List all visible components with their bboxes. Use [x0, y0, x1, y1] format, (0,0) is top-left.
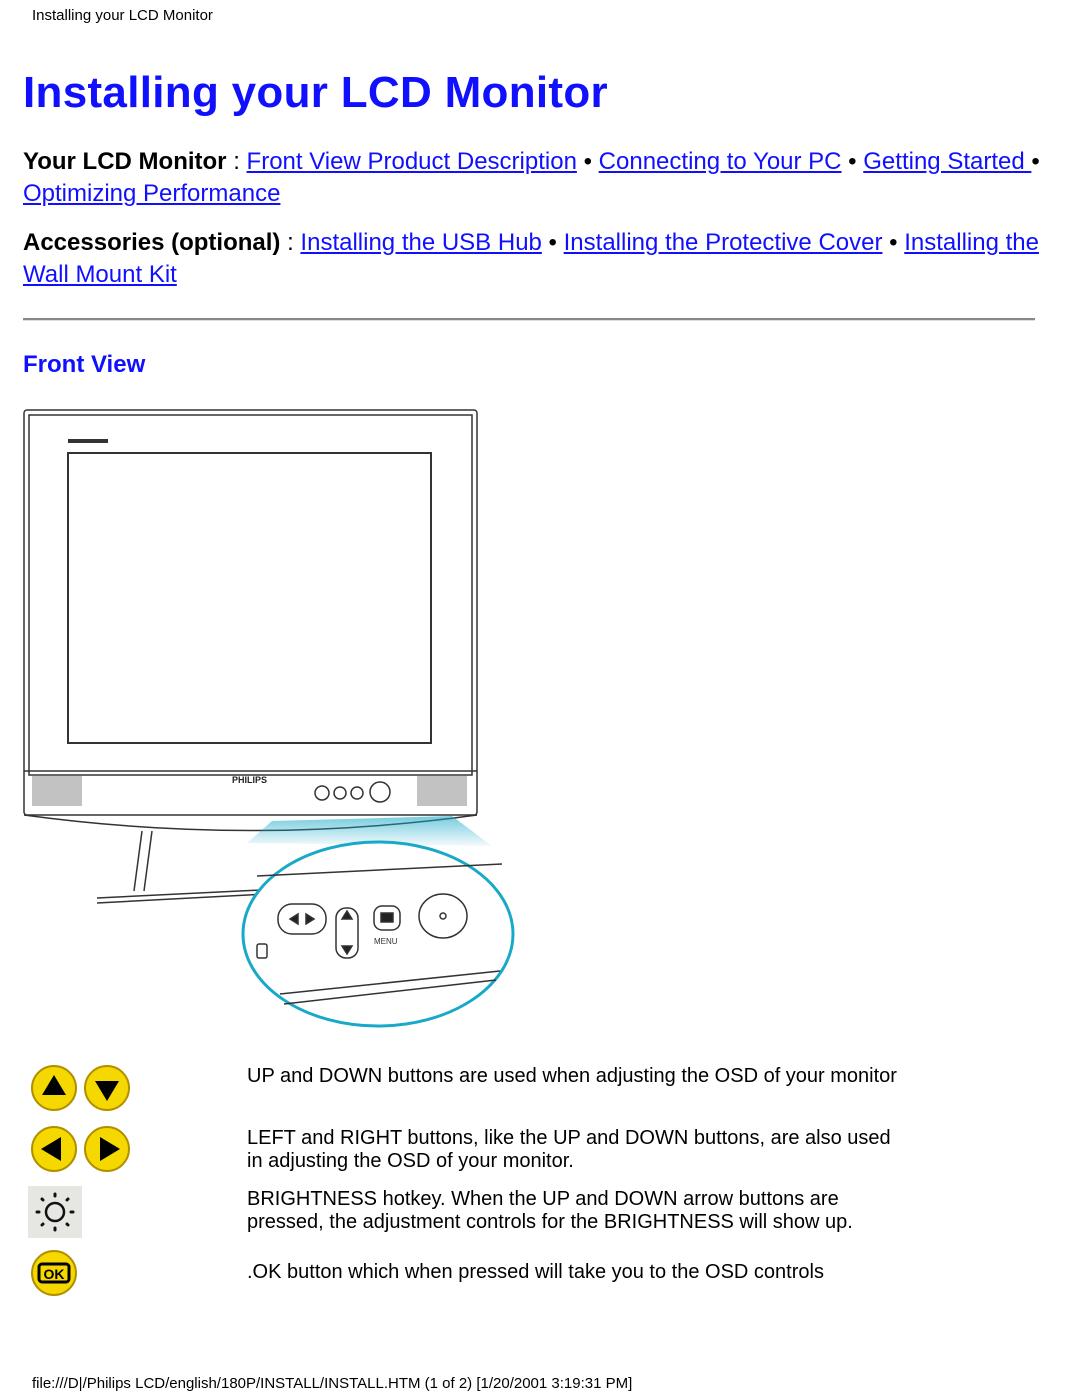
ok-description: .OK button which when pressed will take … — [247, 1261, 824, 1283]
divider — [23, 318, 1035, 321]
bullet: • — [841, 148, 864, 175]
up-down-buttons — [31, 1065, 130, 1111]
separator: : — [280, 229, 301, 256]
link-usb-hub[interactable]: Installing the USB Hub — [300, 229, 541, 256]
brightness-description: BRIGHTNESS hotkey. When the UP and DOWN … — [247, 1188, 853, 1233]
up-arrow-icon — [31, 1065, 77, 1111]
up-down-description: UP and DOWN buttons are used when adjust… — [247, 1065, 897, 1087]
nav-label: Your LCD Monitor — [23, 148, 227, 175]
footer-file-path: file:///D|/Philips LCD/english/180P/INST… — [32, 1375, 633, 1392]
down-arrow-icon — [84, 1065, 130, 1111]
brightness-icon — [28, 1186, 82, 1238]
bullet: • — [541, 229, 564, 256]
section-title: Front View — [23, 351, 146, 378]
bullet: • — [1031, 148, 1040, 175]
nav-label: Accessories (optional) — [23, 229, 281, 256]
menu-label: MENU — [374, 937, 398, 946]
bullet: • — [576, 148, 599, 175]
accessories-nav: Accessories (optional) : Installing the … — [23, 227, 1053, 291]
svg-text:OK: OK — [44, 1266, 65, 1282]
left-right-buttons — [31, 1126, 130, 1172]
browser-header-title: Installing your LCD Monitor — [32, 7, 213, 24]
link-getting-started[interactable]: Getting Started — [863, 148, 1031, 175]
right-arrow-icon — [84, 1126, 130, 1172]
lcd-monitor-nav: Your LCD Monitor : Front View Product De… — [23, 146, 1053, 210]
link-front-view[interactable]: Front View Product Description — [247, 148, 577, 175]
ok-button-icon: OK — [31, 1250, 77, 1296]
page-title: Installing your LCD Monitor — [23, 68, 608, 117]
bullet: • — [882, 229, 905, 256]
link-optimizing[interactable]: Optimizing Performance — [23, 180, 280, 207]
link-connecting[interactable]: Connecting to Your PC — [599, 148, 842, 175]
link-protective-cover[interactable]: Installing the Protective Cover — [564, 229, 883, 256]
left-arrow-icon — [31, 1126, 77, 1172]
brand-logo: PHILIPS — [232, 775, 267, 785]
monitor-front-view-illustration: PHILIPS MENU — [23, 409, 515, 1028]
left-right-description: LEFT and RIGHT buttons, like the UP and … — [247, 1127, 891, 1172]
separator: : — [226, 148, 247, 175]
